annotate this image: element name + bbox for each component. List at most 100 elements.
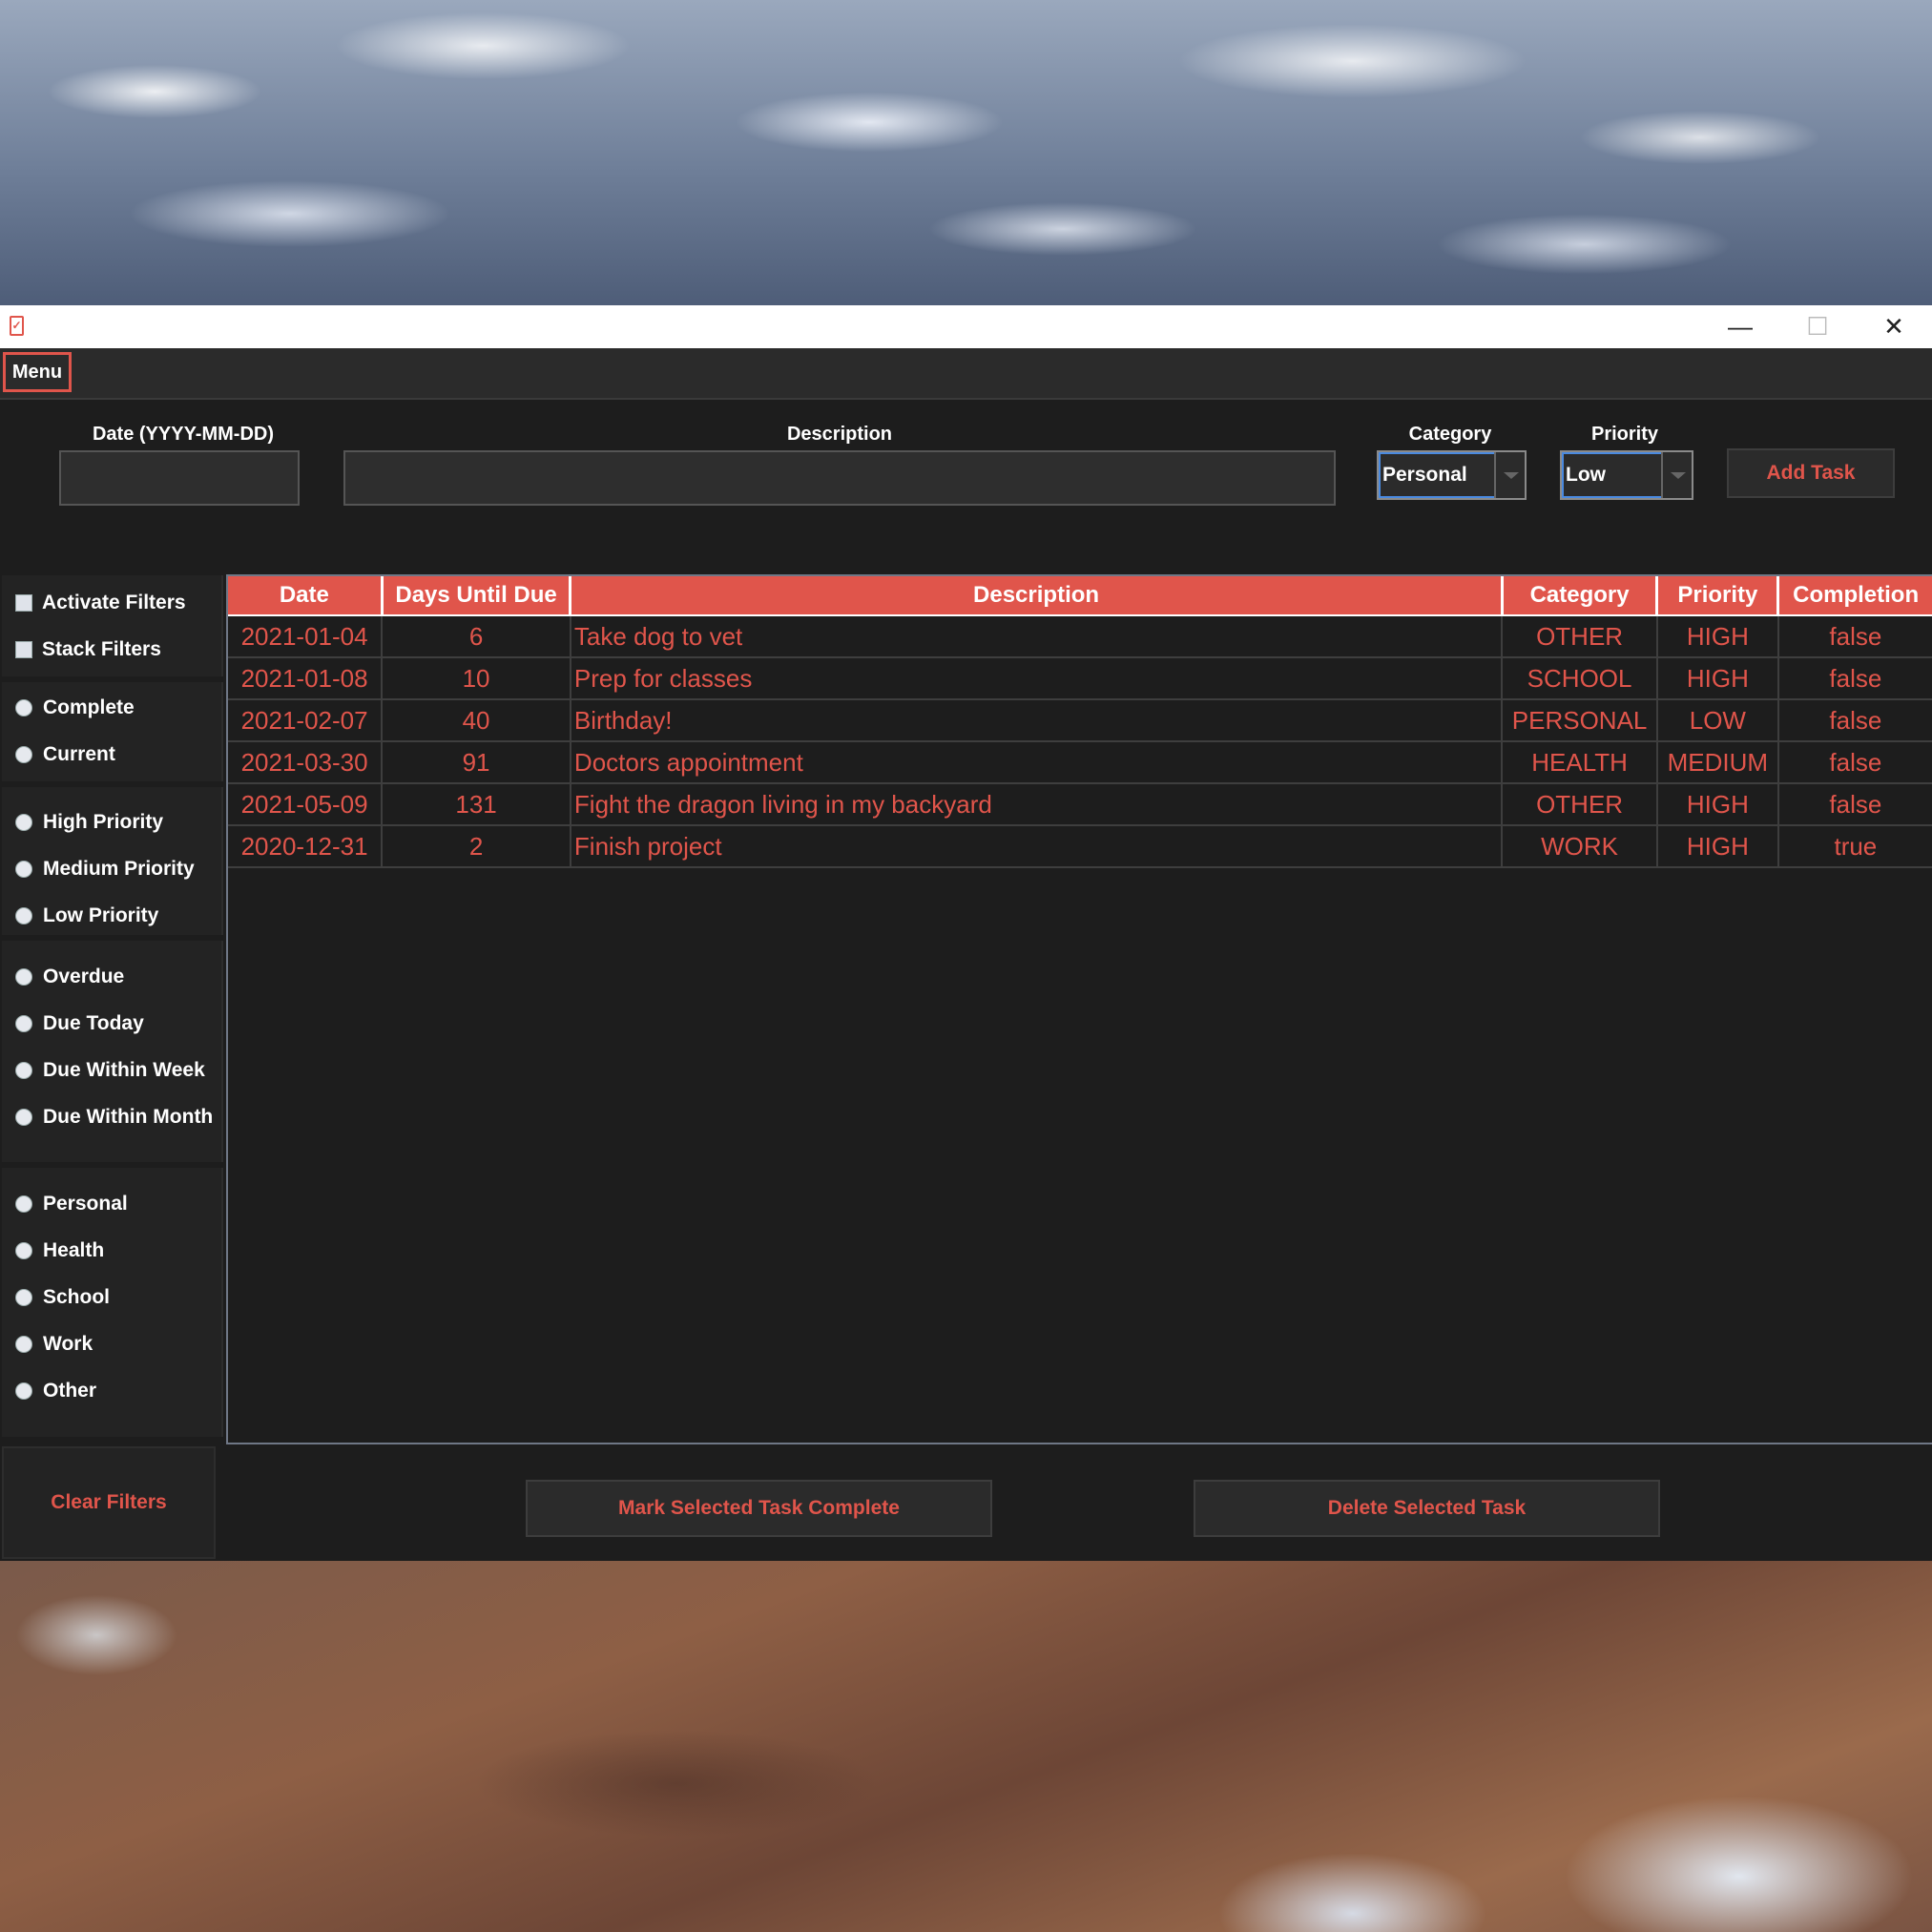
radio-icon <box>15 1336 32 1353</box>
filter-due-month-radio[interactable]: Due Within Month <box>15 1103 213 1132</box>
filter-current-label: Current <box>43 743 115 765</box>
cell-category: PERSONAL <box>1502 699 1658 742</box>
cell-category: OTHER <box>1502 615 1658 658</box>
cell-priority: HIGH <box>1656 783 1779 826</box>
filter-personal-radio[interactable]: Personal <box>15 1190 128 1218</box>
delete-task-button[interactable]: Delete Selected Task <box>1194 1480 1660 1537</box>
radio-icon <box>15 1109 32 1126</box>
category-select[interactable]: Personal <box>1377 450 1527 500</box>
clipboard-icon: ✓ <box>10 316 24 336</box>
activate-filters-checkbox[interactable]: Activate Filters <box>15 589 186 617</box>
radio-icon <box>15 1242 32 1259</box>
radio-icon <box>15 1015 32 1032</box>
minimize-icon[interactable]: — <box>1702 305 1778 348</box>
cell-description: Birthday! <box>570 699 1504 742</box>
add-task-button[interactable]: Add Task <box>1727 448 1895 498</box>
cell-priority: LOW <box>1656 699 1779 742</box>
cell-priority: MEDIUM <box>1656 741 1779 784</box>
checkbox-icon <box>15 641 32 658</box>
filter-complete-label: Complete <box>43 696 135 718</box>
radio-icon <box>15 814 32 831</box>
cell-date: 2021-02-07 <box>228 699 384 742</box>
filter-work-radio[interactable]: Work <box>15 1330 93 1359</box>
description-label: Description <box>786 424 893 445</box>
filter-overdue-label: Overdue <box>43 966 125 987</box>
cell-completion: false <box>1777 699 1932 742</box>
due-filter-group: Overdue Due Today Due Within Week Due Wi… <box>2 941 223 1162</box>
clear-filters-button[interactable]: Clear Filters <box>2 1446 216 1559</box>
cell-date: 2021-01-08 <box>228 657 384 700</box>
filter-due-today-label: Due Today <box>43 1012 144 1034</box>
close-icon[interactable]: ✕ <box>1856 305 1932 348</box>
column-header-completion[interactable]: Completion <box>1777 576 1932 616</box>
cell-category: SCHOOL <box>1502 657 1658 700</box>
cell-description: Take dog to vet <box>570 615 1504 658</box>
category-select-value: Personal <box>1379 452 1494 498</box>
cell-priority: HIGH <box>1656 657 1779 700</box>
filter-due-month-label: Due Within Month <box>43 1106 214 1128</box>
filter-due-today-radio[interactable]: Due Today <box>15 1009 144 1038</box>
priority-label: Priority <box>1590 424 1659 445</box>
filter-medium-priority-radio[interactable]: Medium Priority <box>15 855 195 883</box>
filter-work-label: Work <box>43 1333 93 1355</box>
menu-button[interactable]: Menu <box>3 352 72 392</box>
cell-priority: HIGH <box>1656 615 1779 658</box>
cell-completion: false <box>1777 657 1932 700</box>
filter-complete-radio[interactable]: Complete <box>15 694 135 722</box>
maximize-icon[interactable]: ☐ <box>1779 305 1856 348</box>
status-filter-group: Complete Current <box>2 682 223 781</box>
column-header-description[interactable]: Description <box>570 576 1504 616</box>
cell-days-until-due: 10 <box>382 657 571 700</box>
column-header-date[interactable]: Date <box>228 576 384 616</box>
cell-days-until-due: 91 <box>382 741 571 784</box>
priority-select[interactable]: Low <box>1560 450 1693 500</box>
filter-current-radio[interactable]: Current <box>15 740 115 769</box>
cell-date: 2020-12-31 <box>228 825 384 868</box>
filter-high-priority-radio[interactable]: High Priority <box>15 808 163 837</box>
table-row[interactable]: 2021-05-09 131 Fight the dragon living i… <box>228 783 1932 826</box>
table-header-row: Date Days Until Due Description Category… <box>228 576 1932 616</box>
filter-school-label: School <box>43 1286 111 1308</box>
radio-icon <box>15 699 32 717</box>
filter-other-radio[interactable]: Other <box>15 1377 96 1405</box>
activate-filters-label: Activate Filters <box>42 592 186 613</box>
checkbox-icon <box>15 594 32 612</box>
radio-icon <box>15 1289 32 1306</box>
table-row[interactable]: 2021-01-08 10 Prep for classes SCHOOL HI… <box>228 657 1932 700</box>
column-header-priority[interactable]: Priority <box>1656 576 1780 616</box>
filter-low-priority-label: Low Priority <box>43 904 159 926</box>
cell-days-until-due: 40 <box>382 699 571 742</box>
chevron-down-icon[interactable] <box>1661 452 1692 498</box>
column-header-days-until-due[interactable]: Days Until Due <box>382 576 572 616</box>
table-row[interactable]: 2021-01-04 6 Take dog to vet OTHER HIGH … <box>228 615 1932 658</box>
chevron-down-icon[interactable] <box>1494 452 1525 498</box>
mark-complete-button[interactable]: Mark Selected Task Complete <box>526 1480 992 1537</box>
table-row[interactable]: 2021-02-07 40 Birthday! PERSONAL LOW fal… <box>228 699 1932 742</box>
filter-high-priority-label: High Priority <box>43 811 164 833</box>
radio-icon <box>15 1195 32 1213</box>
date-label: Date (YYYY-MM-DD) <box>92 424 274 445</box>
category-label: Category <box>1408 424 1492 445</box>
cell-category: OTHER <box>1502 783 1658 826</box>
filter-school-radio[interactable]: School <box>15 1283 110 1312</box>
stack-filters-checkbox[interactable]: Stack Filters <box>15 635 161 664</box>
table-row[interactable]: 2021-03-30 91 Doctors appointment HEALTH… <box>228 741 1932 784</box>
task-table: Date Days Until Due Description Category… <box>228 576 1932 868</box>
filter-due-week-radio[interactable]: Due Within Week <box>15 1056 205 1085</box>
cell-category: HEALTH <box>1502 741 1658 784</box>
cell-completion: true <box>1777 825 1932 868</box>
filter-low-priority-radio[interactable]: Low Priority <box>15 902 158 930</box>
column-header-category[interactable]: Category <box>1502 576 1659 616</box>
description-input[interactable] <box>343 450 1336 506</box>
cell-days-until-due: 131 <box>382 783 571 826</box>
radio-icon <box>15 1062 32 1079</box>
cell-date: 2021-01-04 <box>228 615 384 658</box>
filter-overdue-radio[interactable]: Overdue <box>15 963 124 991</box>
table-row[interactable]: 2020-12-31 2 Finish project WORK HIGH tr… <box>228 825 1932 868</box>
filter-medium-priority-label: Medium Priority <box>43 858 195 880</box>
radio-icon <box>15 1382 32 1400</box>
date-input[interactable] <box>59 450 300 506</box>
filter-other-label: Other <box>43 1380 97 1402</box>
filter-health-radio[interactable]: Health <box>15 1236 104 1265</box>
cell-days-until-due: 6 <box>382 615 571 658</box>
